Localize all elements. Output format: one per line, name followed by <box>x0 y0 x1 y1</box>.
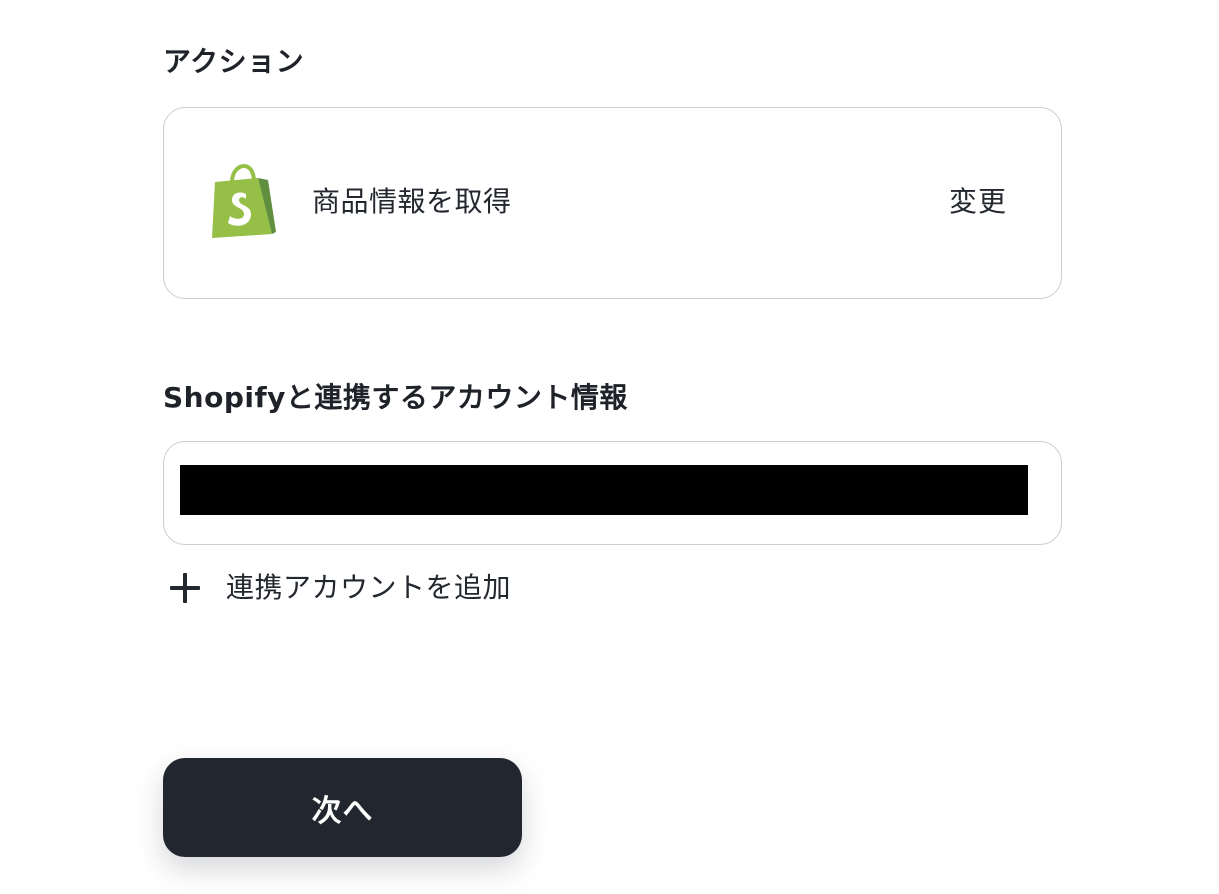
account-select[interactable]: [redacted] <box>163 441 1062 545</box>
selected-account-value: [redacted] <box>180 465 1028 515</box>
next-button[interactable]: 次へ <box>163 758 522 857</box>
add-account-label: 連携アカウントを追加 <box>226 571 512 604</box>
plus-icon <box>170 573 200 603</box>
action-section-label: アクション <box>163 45 305 78</box>
change-action-link[interactable]: 変更 <box>949 184 1007 220</box>
account-section-label: Shopifyと連携するアカウント情報 <box>163 381 628 414</box>
action-name: 商品情報を取得 <box>312 185 512 218</box>
action-card: 商品情報を取得 変更 <box>163 107 1062 299</box>
shopify-bag-icon <box>210 163 276 240</box>
add-account-button[interactable]: 連携アカウントを追加 <box>170 568 511 608</box>
